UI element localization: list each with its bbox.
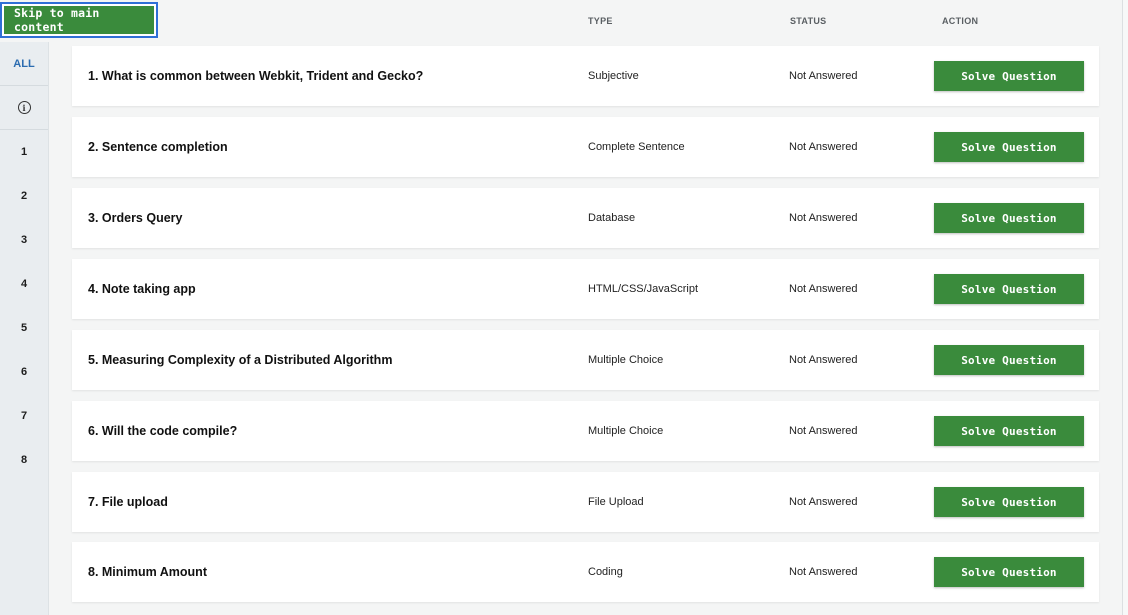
question-title: 2. Sentence completion [88, 140, 228, 154]
question-type: Subjective [588, 70, 639, 82]
question-row: 1. What is common between Webkit, Triden… [72, 46, 1099, 106]
question-title: 8. Minimum Amount [88, 565, 207, 579]
question-row: 7. File upload File Upload Not Answered … [72, 472, 1099, 532]
question-title: 5. Measuring Complexity of a Distributed… [88, 353, 393, 367]
question-status: Not Answered [789, 496, 858, 508]
solve-question-button[interactable]: Solve Question [934, 557, 1084, 587]
question-status: Not Answered [789, 354, 858, 366]
question-type: Complete Sentence [588, 141, 685, 153]
question-title: 7. File upload [88, 495, 168, 509]
question-status: Not Answered [789, 141, 858, 153]
question-row: 6. Will the code compile? Multiple Choic… [72, 401, 1099, 461]
app: Skip to main content ALL i 1 2 3 4 5 6 7… [0, 0, 1128, 615]
question-type: File Upload [588, 496, 644, 508]
question-status: Not Answered [789, 70, 858, 82]
column-header-type: TYPE [588, 16, 613, 26]
question-row: 8. Minimum Amount Coding Not Answered So… [72, 542, 1099, 602]
solve-question-button[interactable]: Solve Question [934, 203, 1084, 233]
sidebar-item-6[interactable]: 6 [0, 350, 48, 394]
question-title: 3. Orders Query [88, 211, 183, 225]
question-status: Not Answered [789, 212, 858, 224]
sidebar-item-2[interactable]: 2 [0, 174, 48, 218]
question-sidebar: ALL i 1 2 3 4 5 6 7 8 [0, 42, 49, 615]
sidebar-item-3[interactable]: 3 [0, 218, 48, 262]
question-type: Multiple Choice [588, 425, 664, 437]
skip-to-main-label: Skip to main content [4, 6, 154, 34]
solve-question-button[interactable]: Solve Question [934, 416, 1084, 446]
sidebar-item-1[interactable]: 1 [0, 130, 48, 174]
column-header-action: ACTION [942, 16, 979, 26]
question-type: Database [588, 212, 636, 224]
question-type: Multiple Choice [588, 354, 664, 366]
solve-question-button[interactable]: Solve Question [934, 487, 1084, 517]
question-title: 6. Will the code compile? [88, 424, 238, 438]
skip-to-main-link[interactable]: Skip to main content [0, 2, 158, 38]
column-header-status: STATUS [790, 16, 827, 26]
question-status: Not Answered [789, 425, 858, 437]
sidebar-item-7[interactable]: 7 [0, 394, 48, 438]
sidebar-item-all[interactable]: ALL [0, 42, 48, 86]
sidebar-item-4[interactable]: 4 [0, 262, 48, 306]
scrollbar-track[interactable] [1122, 0, 1128, 615]
sidebar-item-5[interactable]: 5 [0, 306, 48, 350]
solve-question-button[interactable]: Solve Question [934, 132, 1084, 162]
sidebar-item-info[interactable]: i [0, 86, 48, 130]
question-status: Not Answered [789, 283, 858, 295]
question-row: 3. Orders Query Database Not Answered So… [72, 188, 1099, 248]
question-row: 4. Note taking app HTML/CSS/JavaScript N… [72, 259, 1099, 319]
question-type: HTML/CSS/JavaScript [588, 283, 699, 295]
question-title: 1. What is common between Webkit, Triden… [88, 69, 424, 83]
solve-question-button[interactable]: Solve Question [934, 274, 1084, 304]
question-status: Not Answered [789, 566, 858, 578]
question-row: 2. Sentence completion Complete Sentence… [72, 117, 1099, 177]
question-type: Coding [588, 566, 623, 578]
solve-question-button[interactable]: Solve Question [934, 61, 1084, 91]
question-title: 4. Note taking app [88, 282, 196, 296]
sidebar-item-8[interactable]: 8 [0, 438, 48, 482]
question-row: 5. Measuring Complexity of a Distributed… [72, 330, 1099, 390]
solve-question-button[interactable]: Solve Question [934, 345, 1084, 375]
info-icon: i [17, 101, 31, 114]
